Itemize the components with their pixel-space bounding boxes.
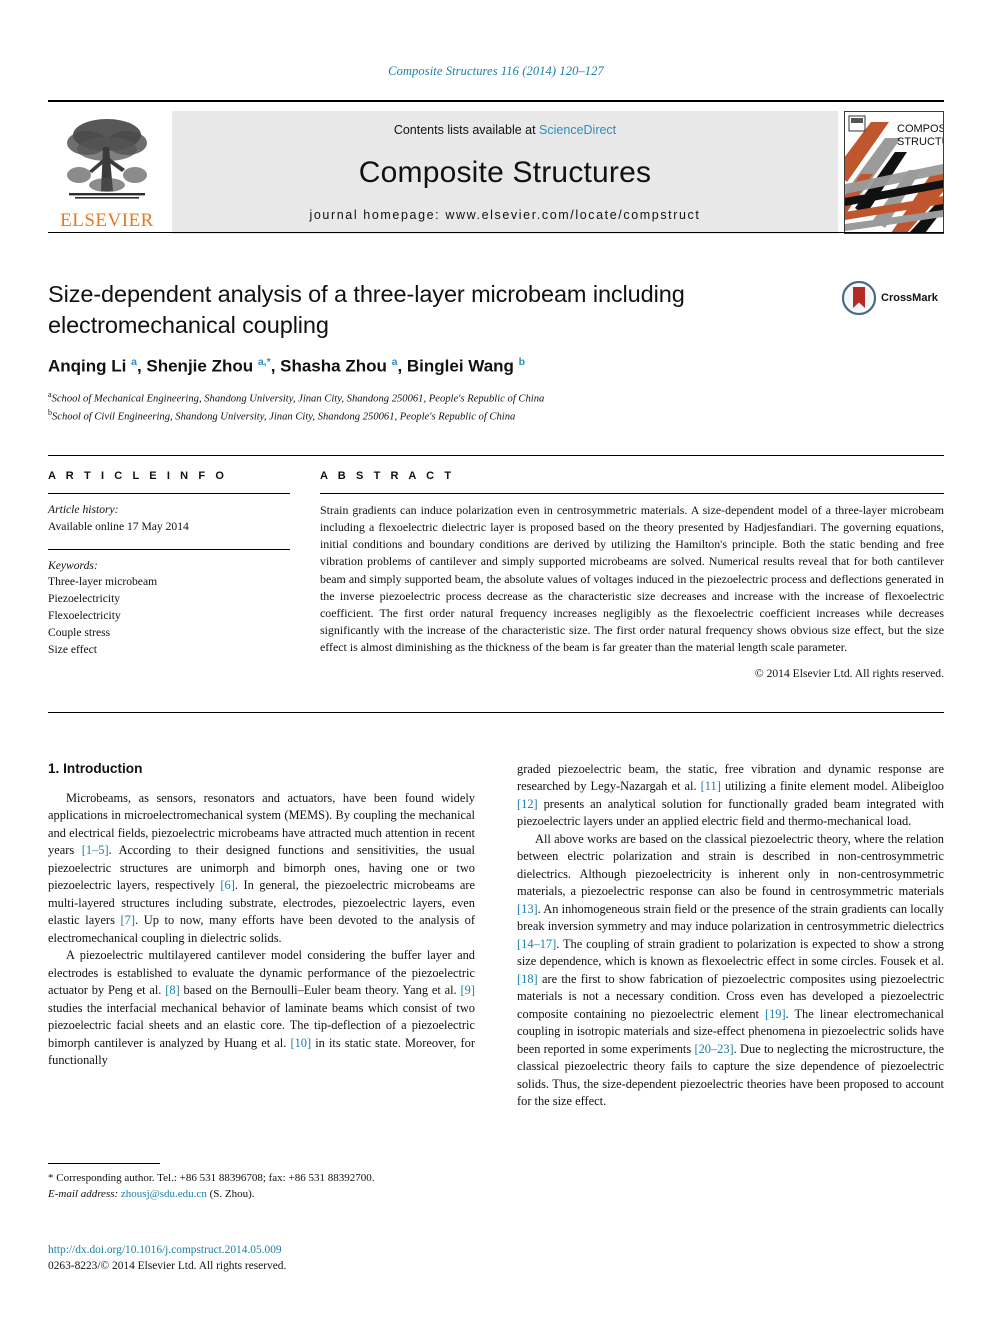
info-abstract-region: A R T I C L E I N F O Article history: A…	[48, 455, 944, 680]
contents-available-line: Contents lists available at ScienceDirec…	[394, 123, 616, 137]
paragraph: All above works are based on the classic…	[517, 831, 944, 1109]
citation-link[interactable]: [6]	[220, 878, 234, 892]
cover-title-line2: STRUCTURES	[897, 136, 943, 148]
corresponding-author-footnote: * Corresponding author. Tel.: +86 531 88…	[48, 1163, 475, 1203]
affiliation-block: aSchool of Mechanical Engineering, Shand…	[48, 389, 944, 425]
keywords-group: Keywords: Three-layer microbeam Piezoele…	[48, 558, 290, 659]
citation-link[interactable]: [20–23]	[694, 1042, 733, 1056]
article-history-group: Article history: Available online 17 May…	[48, 502, 290, 536]
paragraph: graded piezoelectric beam, the static, f…	[517, 762, 944, 829]
journal-masthead: ELSEVIER Contents lists available at Sci…	[48, 100, 944, 234]
cover-title-line1: COMPOSITE	[897, 123, 943, 135]
citation-link[interactable]: [1–5]	[82, 843, 109, 857]
keyword-item: Size effect	[48, 642, 98, 656]
email-suffix: (S. Zhou).	[209, 1187, 255, 1200]
abstract-copyright: © 2014 Elsevier Ltd. All rights reserved…	[754, 667, 944, 681]
sciencedirect-link[interactable]: ScienceDirect	[539, 123, 616, 137]
title-block: CrossMark Size-dependent analysis of a t…	[48, 232, 944, 426]
citation-link[interactable]: [19]	[765, 1007, 786, 1021]
doi-link[interactable]: http://dx.doi.org/10.1016/j.compstruct.2…	[48, 1243, 548, 1259]
article-info-heading: A R T I C L E I N F O	[48, 470, 228, 482]
divider	[48, 548, 290, 550]
article-history-value: Available online 17 May 2014	[48, 519, 189, 533]
citation-link[interactable]: [8]	[165, 983, 179, 997]
journal-homepage[interactable]: journal homepage: www.elsevier.com/locat…	[310, 208, 701, 222]
two-column-body: 1. Introduction Microbeams, as sensors, …	[48, 761, 944, 1111]
paper-page: Composite Structures 116 (2014) 120–127	[0, 0, 992, 1323]
citation-link[interactable]: [14–17]	[517, 937, 556, 951]
citation-link[interactable]: [11]	[701, 779, 721, 793]
abstract-text: Strain gradients can induce polarization…	[320, 503, 944, 655]
affiliation-b: bSchool of Civil Engineering, Shandong U…	[48, 408, 516, 423]
abstract-heading: A B S T R A C T	[320, 470, 455, 482]
keyword-item: Couple stress	[48, 625, 111, 639]
affiliation-a: aSchool of Mechanical Engineering, Shand…	[48, 390, 545, 405]
corresponding-author-line: * Corresponding author. Tel.: +86 531 88…	[48, 1172, 375, 1184]
elsevier-logo: ELSEVIER	[48, 111, 166, 234]
divider	[48, 493, 290, 494]
journal-band: Contents lists available at ScienceDirec…	[172, 111, 838, 234]
divider	[320, 493, 944, 494]
keyword-item: Three-layer microbeam	[48, 575, 158, 589]
affiliation-a-text: School of Mechanical Engineering, Shando…	[51, 393, 545, 405]
author-list: Anqing Li a, Shenjie Zhou a,*, Shasha Zh…	[48, 355, 526, 376]
citation-link[interactable]: [9]	[461, 983, 475, 997]
crossmark-label: CrossMark	[881, 292, 938, 304]
paragraph: A piezoelectric multilayered cantilever …	[48, 948, 475, 1068]
crossmark-badge[interactable]: CrossMark	[842, 281, 944, 315]
article-history-label: Article history:	[48, 503, 119, 516]
running-head: Composite Structures 116 (2014) 120–127	[388, 64, 604, 78]
contents-prefix: Contents lists available at	[393, 123, 540, 137]
journal-cover-thumbnail: COMPOSITE STRUCTURES COMPOSITE STRUCTURE…	[844, 111, 944, 234]
keyword-item: Piezoelectricity	[48, 592, 121, 606]
page-title: Size-dependent analysis of a three-layer…	[48, 281, 685, 339]
citation-link[interactable]: [18]	[517, 972, 538, 986]
email-link[interactable]: zhousj@sdu.edu.cn	[121, 1188, 207, 1200]
citation-link[interactable]: [10]	[290, 1036, 311, 1050]
body-region: 1. Introduction Microbeams, as sensors, …	[48, 712, 944, 1111]
body-column-right: graded piezoelectric beam, the static, f…	[517, 761, 944, 1111]
cover-artwork: COMPOSITE STRUCTURES	[845, 112, 943, 233]
abstract-column: A B S T R A C T Strain gradients can ind…	[320, 470, 944, 680]
paragraph: Microbeams, as sensors, resonators and a…	[48, 791, 475, 945]
body-column-left: 1. Introduction Microbeams, as sensors, …	[48, 761, 475, 1111]
keywords-label: Keywords:	[48, 558, 98, 572]
elsevier-tree-icon	[67, 119, 147, 199]
section-heading-introduction: 1. Introduction	[48, 761, 143, 776]
email-label: E-mail address:	[48, 1187, 119, 1200]
affiliation-b-text: School of Civil Engineering, Shandong Un…	[52, 411, 516, 423]
citation-link[interactable]: [7]	[121, 913, 135, 927]
email-line: E-mail address: zhousj@sdu.edu.cn (S. Zh…	[48, 1187, 475, 1203]
article-info-column: A R T I C L E I N F O Article history: A…	[48, 470, 290, 680]
keyword-item: Flexoelectricity	[48, 608, 121, 622]
divider	[48, 1163, 160, 1164]
crossmark-icon	[842, 281, 876, 315]
journal-title: Composite Structures	[358, 155, 652, 189]
page-footer: http://dx.doi.org/10.1016/j.compstruct.2…	[48, 1243, 548, 1275]
issn-copyright: 0263-8223/© 2014 Elsevier Ltd. All right…	[48, 1259, 287, 1272]
citation-link[interactable]: [12]	[517, 797, 538, 811]
elsevier-wordmark: ELSEVIER	[60, 210, 154, 231]
citation-link[interactable]: [13]	[517, 902, 538, 916]
